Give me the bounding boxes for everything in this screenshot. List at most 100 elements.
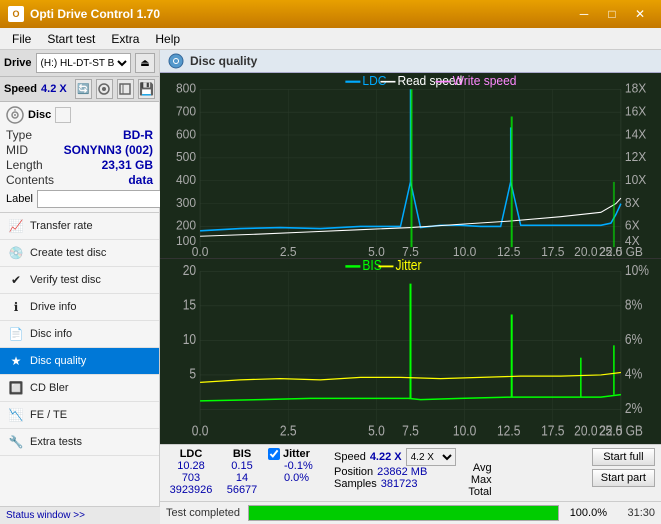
disc-quality-label: Disc quality xyxy=(30,355,86,367)
ldc-total: 3923926 xyxy=(170,484,213,496)
svg-text:800: 800 xyxy=(176,81,196,96)
menu-extra[interactable]: Extra xyxy=(103,30,147,48)
disc-contents-label: Contents xyxy=(6,173,54,187)
speed-icon-btn3[interactable] xyxy=(117,79,134,99)
disc-length-label: Length xyxy=(6,158,43,172)
svg-text:5.0: 5.0 xyxy=(368,244,385,258)
max-label: Max xyxy=(471,474,492,486)
drive-top-bar: Drive (H:) HL-DT-ST BD-RE WH16NS48 1.D3 … xyxy=(0,50,159,77)
transfer-rate-label: Transfer rate xyxy=(30,220,93,232)
jitter-checkbox-row: Jitter xyxy=(268,448,328,460)
bis-total: 56677 xyxy=(227,484,258,496)
main-layout: Drive (H:) HL-DT-ST BD-RE WH16NS48 1.D3 … xyxy=(0,50,661,524)
bis-col: BIS 0.15 14 56677 xyxy=(222,448,262,496)
svg-text:2.5: 2.5 xyxy=(280,244,297,258)
ldc-header: LDC xyxy=(180,448,203,460)
speed-save-btn[interactable]: 💾 xyxy=(138,79,155,99)
position-row: Position 23862 MB xyxy=(334,466,456,478)
start-part-button[interactable]: Start part xyxy=(592,469,655,487)
cd-bler-icon: 🔲 xyxy=(8,380,24,396)
extra-tests-icon: 🔧 xyxy=(8,434,24,450)
svg-text:20.0: 20.0 xyxy=(574,422,597,438)
disc-title: Disc xyxy=(28,109,51,121)
svg-text:2%: 2% xyxy=(625,400,642,416)
svg-text:2.5: 2.5 xyxy=(280,422,297,438)
drive-label: Drive xyxy=(4,57,32,69)
menu-start-test[interactable]: Start test xyxy=(39,30,103,48)
menu-file[interactable]: File xyxy=(4,30,39,48)
svg-text:12.5: 12.5 xyxy=(497,244,520,258)
maximize-button[interactable]: □ xyxy=(599,4,625,24)
jitter-col: Jitter -0.1% 0.0% xyxy=(268,448,328,484)
start-full-button[interactable]: Start full xyxy=(592,448,655,466)
svg-text:4%: 4% xyxy=(625,365,642,381)
svg-text:12.5: 12.5 xyxy=(497,422,520,438)
sidebar-item-transfer-rate[interactable]: 📈 Transfer rate xyxy=(0,213,159,240)
nav-list: 📈 Transfer rate 💿 Create test disc ✔ Ver… xyxy=(0,213,159,456)
sidebar: Drive (H:) HL-DT-ST BD-RE WH16NS48 1.D3 … xyxy=(0,50,160,524)
bis-header: BIS xyxy=(233,448,251,460)
svg-text:LDC: LDC xyxy=(362,74,386,89)
position-label: Position xyxy=(334,466,373,478)
disc-info-icon: 📄 xyxy=(8,326,24,342)
progress-percent: 100.0% xyxy=(567,507,607,519)
svg-text:700: 700 xyxy=(176,104,196,119)
svg-text:8X: 8X xyxy=(625,195,640,210)
svg-text:5.0: 5.0 xyxy=(368,422,385,438)
speed-pos-col: Speed 4.22 X 4.2 X Position 23862 MB Sam… xyxy=(334,448,456,490)
svg-text:17.5: 17.5 xyxy=(541,422,564,438)
disc-type-value: BD-R xyxy=(123,128,153,142)
title-bar-title: Opti Drive Control 1.70 xyxy=(30,7,571,21)
disc-length-row: Length 23,31 GB xyxy=(6,158,153,172)
svg-text:18X: 18X xyxy=(625,81,647,96)
speed-key: Speed xyxy=(334,451,366,463)
sidebar-item-disc-info[interactable]: 📄 Disc info xyxy=(0,321,159,348)
svg-text:7.5: 7.5 xyxy=(402,422,419,438)
disc-panel: Disc Type BD-R MID SONYNN3 (002) Length … xyxy=(0,102,159,213)
charts-area: 800 700 600 500 400 300 200 100 18X 16X … xyxy=(160,73,661,444)
menu-help[interactable]: Help xyxy=(147,30,188,48)
jitter-checkbox[interactable] xyxy=(268,448,280,460)
chart1-svg: 800 700 600 500 400 300 200 100 18X 16X … xyxy=(160,73,661,258)
svg-text:300: 300 xyxy=(176,195,196,210)
speed-refresh-button[interactable]: 🔄 xyxy=(75,79,92,99)
svg-text:16X: 16X xyxy=(625,104,647,119)
svg-text:15: 15 xyxy=(183,296,196,312)
stats-rows: LDC 10.28 703 3923926 BIS 0.15 14 56677 xyxy=(166,448,655,498)
minimize-button[interactable]: ─ xyxy=(571,4,597,24)
speed-icon-btn2[interactable] xyxy=(96,79,113,99)
status-window-link[interactable]: Status window >> xyxy=(6,510,85,521)
disc-contents-row: Contents data xyxy=(6,173,153,187)
samples-row: Samples 381723 xyxy=(334,478,456,490)
sidebar-item-fe-te[interactable]: 📉 FE / TE xyxy=(0,402,159,429)
svg-text:8%: 8% xyxy=(625,296,642,312)
sidebar-item-extra-tests[interactable]: 🔧 Extra tests xyxy=(0,429,159,456)
app-icon: O xyxy=(8,6,24,22)
drive-select[interactable]: (H:) HL-DT-ST BD-RE WH16NS48 1.D3 xyxy=(36,53,131,73)
sidebar-item-disc-quality[interactable]: ★ Disc quality xyxy=(0,348,159,375)
chart1-container: 800 700 600 500 400 300 200 100 18X 16X … xyxy=(160,73,661,259)
status-bar: Status window >> xyxy=(0,506,160,524)
sidebar-item-create-test-disc[interactable]: 💿 Create test disc xyxy=(0,240,159,267)
drive-eject-button[interactable]: ⏏ xyxy=(135,53,155,73)
speed-dropdown[interactable]: 4.2 X xyxy=(406,448,456,466)
svg-text:10: 10 xyxy=(183,331,196,347)
ldc-max: 703 xyxy=(182,472,200,484)
progress-time: 31:30 xyxy=(615,507,655,519)
speed-value: 4.2 X xyxy=(41,83,71,95)
cd-bler-label: CD Bler xyxy=(30,382,69,394)
transfer-rate-icon: 📈 xyxy=(8,218,24,234)
jitter-avg: -0.1% xyxy=(284,460,328,472)
speed-row: Speed 4.22 X 4.2 X xyxy=(334,448,456,466)
close-button[interactable]: ✕ xyxy=(627,4,653,24)
sidebar-item-verify-test-disc[interactable]: ✔ Verify test disc xyxy=(0,267,159,294)
content-area: Disc quality xyxy=(160,50,661,524)
title-bar: O Opti Drive Control 1.70 ─ □ ✕ xyxy=(0,0,661,28)
sidebar-item-cd-bler[interactable]: 🔲 CD Bler xyxy=(0,375,159,402)
svg-text:10.0: 10.0 xyxy=(453,422,476,438)
sidebar-item-drive-info[interactable]: ℹ Drive info xyxy=(0,294,159,321)
disc-label-input[interactable] xyxy=(37,190,175,208)
speed-label: Speed xyxy=(4,83,37,95)
disc-type-row: Type BD-R xyxy=(6,128,153,142)
svg-text:12X: 12X xyxy=(625,150,647,165)
